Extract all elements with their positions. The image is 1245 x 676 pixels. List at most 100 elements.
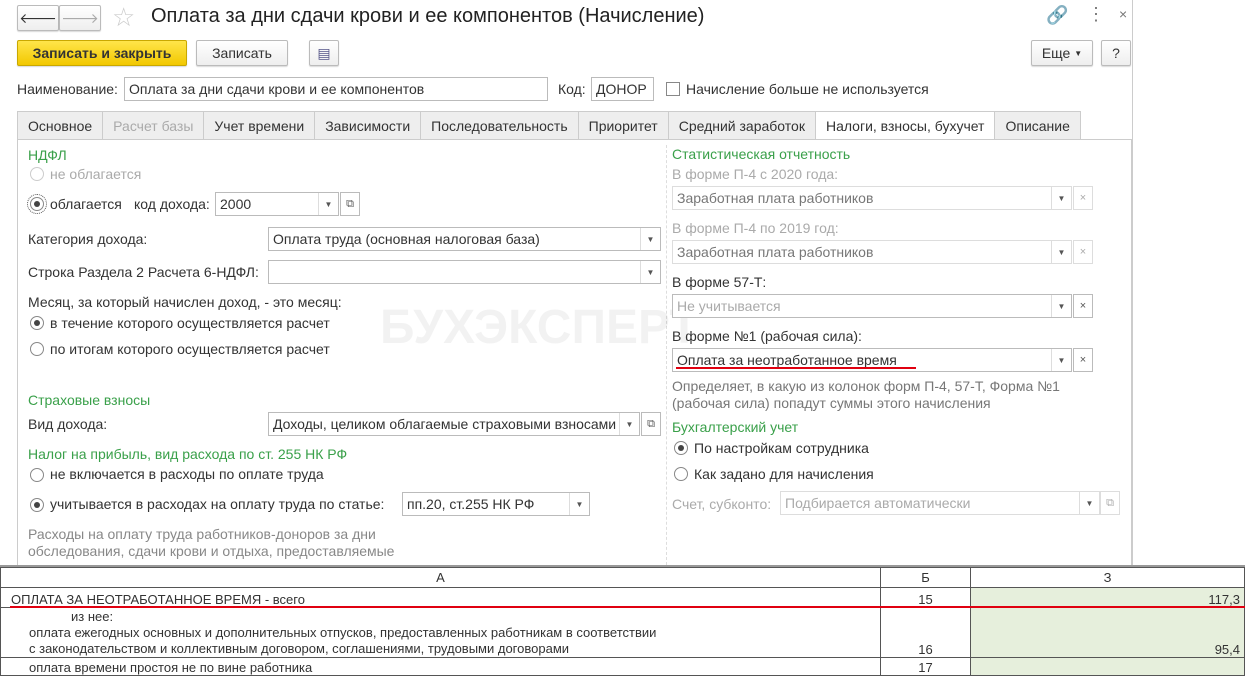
- chevron-down-icon: ▼: [640, 261, 660, 283]
- more-vert-icon[interactable]: ⋮: [1087, 4, 1105, 25]
- clear-icon[interactable]: ×: [1073, 348, 1093, 372]
- f57-select[interactable]: Не учитывается ▼: [672, 294, 1072, 318]
- profit-radio-1[interactable]: [30, 468, 44, 482]
- col-header-a: А: [0, 567, 881, 588]
- arrow-right-icon: 🡒: [61, 9, 99, 26]
- tab-sequence[interactable]: Последовательность: [420, 111, 579, 139]
- profit-article-select[interactable]: пп.20, ст.255 НК РФ ▼: [402, 492, 590, 516]
- chevron-down-icon: ▼: [1051, 187, 1071, 209]
- document-icon[interactable]: ▤: [309, 40, 339, 66]
- col-header-c: З: [970, 567, 1245, 588]
- accrual-window: 🡐 🡒 ☆ Оплата за дни сдачи крови и ее ком…: [0, 0, 1133, 569]
- more-button[interactable]: Еще ▼: [1031, 40, 1093, 66]
- account-placeholder: Подбирается автоматически: [785, 495, 971, 511]
- month-radio-2[interactable]: [30, 342, 44, 356]
- clear-icon[interactable]: ×: [1073, 186, 1093, 210]
- category-select[interactable]: Оплата труда (основная налоговая база) ▼: [268, 227, 661, 251]
- income-type-select[interactable]: Доходы, целиком облагаемые страховыми вз…: [268, 412, 640, 436]
- clear-icon[interactable]: ×: [1073, 240, 1093, 264]
- profit-title: Налог на прибыль, вид расхода по ст. 255…: [28, 446, 348, 462]
- profit-opt1: не включается в расходы по оплате труда: [50, 466, 324, 482]
- not-taxed-label: не облагается: [50, 166, 142, 182]
- highlight-underline: [676, 367, 916, 369]
- chevron-down-icon: ▼: [569, 493, 589, 515]
- account-select[interactable]: Подбирается автоматически ▼: [780, 491, 1100, 515]
- acc-title: Бухгалтерский учет: [672, 419, 799, 435]
- month-opt1: в течение которого осуществляется расчет: [50, 315, 330, 331]
- arrow-left-icon: 🡐: [19, 9, 57, 26]
- open-icon[interactable]: ⧉: [1100, 491, 1120, 515]
- clear-icon[interactable]: ×: [1073, 294, 1093, 318]
- table-row: ОПЛАТА ЗА НЕОТРАБОТАННОЕ ВРЕМЯ - всего 1…: [0, 587, 1245, 608]
- star-icon[interactable]: ☆: [112, 2, 135, 33]
- chevron-down-icon: ▼: [640, 228, 660, 250]
- row-label: ОПЛАТА ЗА НЕОТРАБОТАННОЕ ВРЕМЯ - всего: [0, 587, 881, 608]
- month-label: Месяц, за который начислен доход, - это …: [28, 294, 342, 310]
- tab-description[interactable]: Описание: [994, 111, 1081, 139]
- open-icon[interactable]: ⧉: [340, 192, 360, 216]
- category-label: Категория дохода:: [28, 231, 148, 247]
- row-value: [970, 657, 1245, 676]
- month-opt2: по итогам которого осуществляется расчет: [50, 341, 330, 357]
- account-label: Счет, субконто:: [672, 496, 772, 512]
- f1-hint: Определяет, в какую из колонок форм П-4,…: [672, 378, 1060, 411]
- p4-2020-label: В форме П-4 с 2020 года:: [672, 166, 839, 182]
- p4-2019-value: Заработная плата работников: [677, 244, 874, 260]
- tab-main[interactable]: Основное: [17, 111, 104, 139]
- row-code: 15: [880, 587, 971, 608]
- chevron-down-icon: ▼: [1051, 241, 1071, 263]
- close-icon[interactable]: ×: [1119, 6, 1127, 22]
- link-icon[interactable]: 🔗: [1046, 5, 1068, 26]
- save-close-button[interactable]: Записать и закрыть: [17, 40, 187, 66]
- tab-priority[interactable]: Приоритет: [577, 111, 669, 139]
- p4-2020-select[interactable]: Заработная плата работников ▼: [672, 186, 1072, 210]
- name-input[interactable]: Оплата за дни сдачи крови и ее компонент…: [124, 77, 548, 101]
- acc-radio-2[interactable]: [674, 467, 688, 481]
- unused-checkbox[interactable]: [666, 82, 680, 96]
- category-value: Оплата труда (основная налоговая база): [273, 231, 540, 247]
- f57-label: В форме 57-Т:: [672, 274, 767, 290]
- taxed-radio[interactable]: [27, 194, 47, 214]
- open-icon[interactable]: ⧉: [641, 412, 661, 436]
- back-button[interactable]: 🡐: [17, 5, 59, 31]
- income-code-label: код дохода:: [134, 196, 210, 212]
- chevron-down-icon: ▼: [1051, 295, 1071, 317]
- row-prefix: из нее:: [71, 609, 114, 624]
- row-label-line2: с законодательством и коллективным догов…: [29, 641, 570, 656]
- row-label: оплата времени простоя не по вине работн…: [0, 657, 881, 676]
- tab-base[interactable]: Расчет базы: [102, 111, 205, 139]
- p4-2019-label: В форме П-4 по 2019 год:: [672, 220, 839, 236]
- unused-label: Начисление больше не используется: [686, 81, 929, 97]
- profit-radio-2[interactable]: [30, 498, 44, 512]
- tab-time[interactable]: Учет времени: [203, 111, 316, 139]
- code-input[interactable]: ДОНОР: [591, 77, 654, 101]
- profit-opt2: учитывается в расходах на оплату труда п…: [50, 496, 385, 512]
- profit-note: Расходы на оплату труда работников-донор…: [28, 526, 395, 559]
- not-taxed-radio[interactable]: [30, 167, 44, 181]
- row-label-line1: оплата ежегодных основных и дополнительн…: [29, 625, 657, 640]
- income-type-label: Вид дохода:: [28, 416, 108, 432]
- income-type-value: Доходы, целиком облагаемые страховыми вз…: [273, 416, 617, 432]
- f57-placeholder: Не учитывается: [677, 298, 781, 314]
- income-code-select[interactable]: 2000 ▼: [215, 192, 339, 216]
- taxed-label: облагается: [50, 196, 122, 212]
- tab-bar: Основное Расчет базы Учет времени Зависи…: [17, 111, 1081, 140]
- tab-taxes[interactable]: Налоги, взносы, бухучет: [814, 111, 996, 140]
- report-sheet: А Б З ОПЛАТА ЗА НЕОТРАБОТАННОЕ ВРЕМЯ - в…: [0, 565, 1245, 676]
- tab-dependencies[interactable]: Зависимости: [314, 111, 422, 139]
- row6-select[interactable]: ▼: [268, 260, 661, 284]
- forward-button[interactable]: 🡒: [59, 5, 101, 31]
- row-value: 95,4: [970, 607, 1245, 658]
- code-label: Код:: [558, 81, 586, 97]
- acc-radio-1[interactable]: [674, 441, 688, 455]
- f1-value: Оплата за неотработанное время: [677, 352, 897, 368]
- highlight-underline: [10, 606, 1245, 608]
- save-button[interactable]: Записать: [196, 40, 288, 66]
- p4-2019-select[interactable]: Заработная плата работников ▼: [672, 240, 1072, 264]
- month-radio-1[interactable]: [30, 316, 44, 330]
- row6-label: Строка Раздела 2 Расчета 6-НДФЛ:: [28, 264, 259, 280]
- tab-avg-earnings[interactable]: Средний заработок: [667, 111, 816, 139]
- stat-title: Статистическая отчетность: [672, 146, 851, 162]
- help-button[interactable]: ?: [1101, 40, 1131, 66]
- acc-opt1: По настройкам сотрудника: [694, 440, 869, 456]
